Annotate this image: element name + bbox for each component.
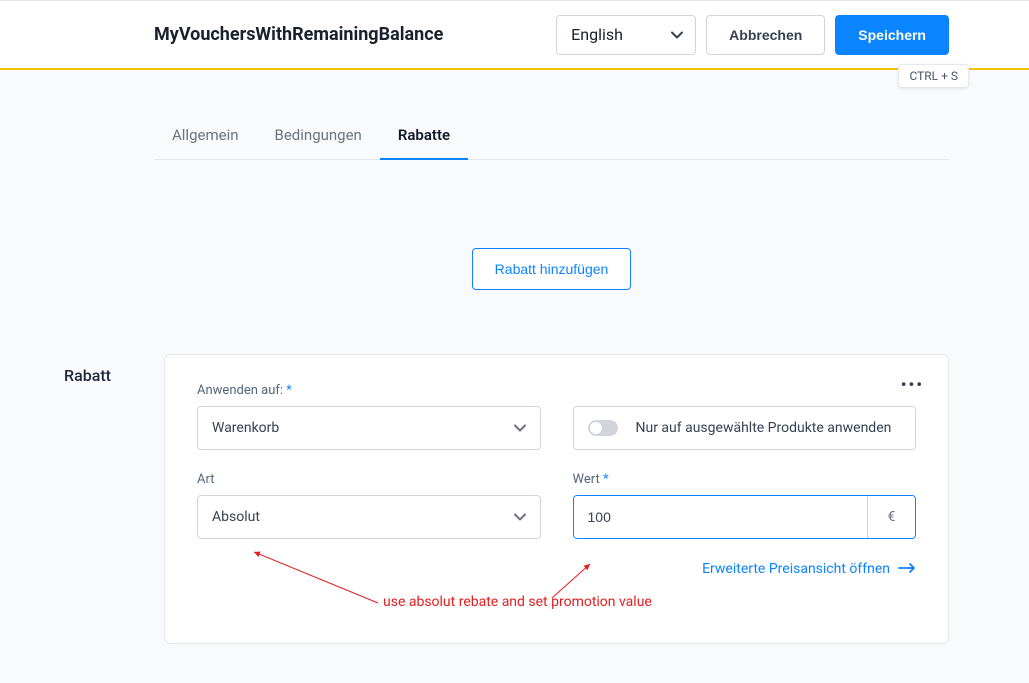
cancel-button[interactable]: Abbrechen	[706, 15, 825, 55]
discount-card: ••• Anwenden auf: * Warenkorb	[164, 354, 949, 644]
language-select-value: English	[571, 25, 623, 44]
content-area: Allgemein Bedingungen Rabatte Rabatt hin…	[0, 70, 1029, 644]
save-button[interactable]: Speichern	[835, 15, 949, 55]
add-discount-button[interactable]: Rabatt hinzufügen	[472, 248, 632, 290]
only-selected-label: Nur auf ausgewählte Produkte anwenden	[636, 420, 892, 436]
section-title: Rabatt	[64, 354, 124, 644]
field-only-selected: Nur auf ausgewählte Produkte anwenden	[573, 383, 917, 450]
language-select[interactable]: English	[556, 15, 696, 55]
tab-discounts[interactable]: Rabatte	[380, 112, 468, 160]
only-selected-toggle[interactable]	[588, 420, 618, 436]
chevron-down-icon	[671, 31, 683, 39]
arrow-right-icon	[898, 561, 916, 577]
field-value: Wert * €	[573, 472, 917, 539]
apply-to-select[interactable]: Warenkorb	[197, 406, 541, 450]
apply-to-label: Anwenden auf: *	[197, 383, 541, 398]
tabs: Allgemein Bedingungen Rabatte	[154, 112, 949, 160]
save-shortcut-hint: CTRL + S	[898, 64, 969, 88]
row-type-value: Art Absolut Wert * €	[197, 472, 916, 539]
field-apply-to: Anwenden auf: * Warenkorb	[197, 383, 541, 450]
value-input[interactable]	[574, 496, 868, 538]
advanced-link-row: Erweiterte Preisansicht öffnen	[197, 561, 916, 577]
context-menu-button[interactable]: •••	[901, 375, 924, 394]
row-apply-to: Anwenden auf: * Warenkorb Nur auf ausgew…	[197, 383, 916, 450]
apply-to-value: Warenkorb	[212, 420, 279, 436]
add-discount-row: Rabatt hinzufügen	[154, 160, 949, 354]
type-value: Absolut	[212, 509, 260, 525]
type-label: Art	[197, 472, 541, 487]
tab-general[interactable]: Allgemein	[154, 112, 257, 160]
page-header: MyVouchersWithRemainingBalance English A…	[0, 0, 1029, 70]
tab-conditions[interactable]: Bedingungen	[257, 112, 380, 160]
header-actions: English Abbrechen Speichern	[556, 15, 949, 55]
discount-section: Rabatt ••• Anwenden auf: * Warenkorb	[154, 354, 949, 644]
value-label: Wert *	[573, 472, 917, 487]
page-title: MyVouchersWithRemainingBalance	[154, 24, 443, 45]
chevron-down-icon	[514, 424, 526, 432]
field-type: Art Absolut	[197, 472, 541, 539]
advanced-link-label: Erweiterte Preisansicht öffnen	[702, 561, 890, 577]
chevron-down-icon	[514, 513, 526, 521]
only-selected-toggle-row: Nur auf ausgewählte Produkte anwenden	[573, 406, 917, 450]
value-input-group: €	[573, 495, 917, 539]
advanced-price-view-link[interactable]: Erweiterte Preisansicht öffnen	[702, 561, 916, 577]
currency-addon: €	[867, 496, 915, 538]
type-select[interactable]: Absolut	[197, 495, 541, 539]
